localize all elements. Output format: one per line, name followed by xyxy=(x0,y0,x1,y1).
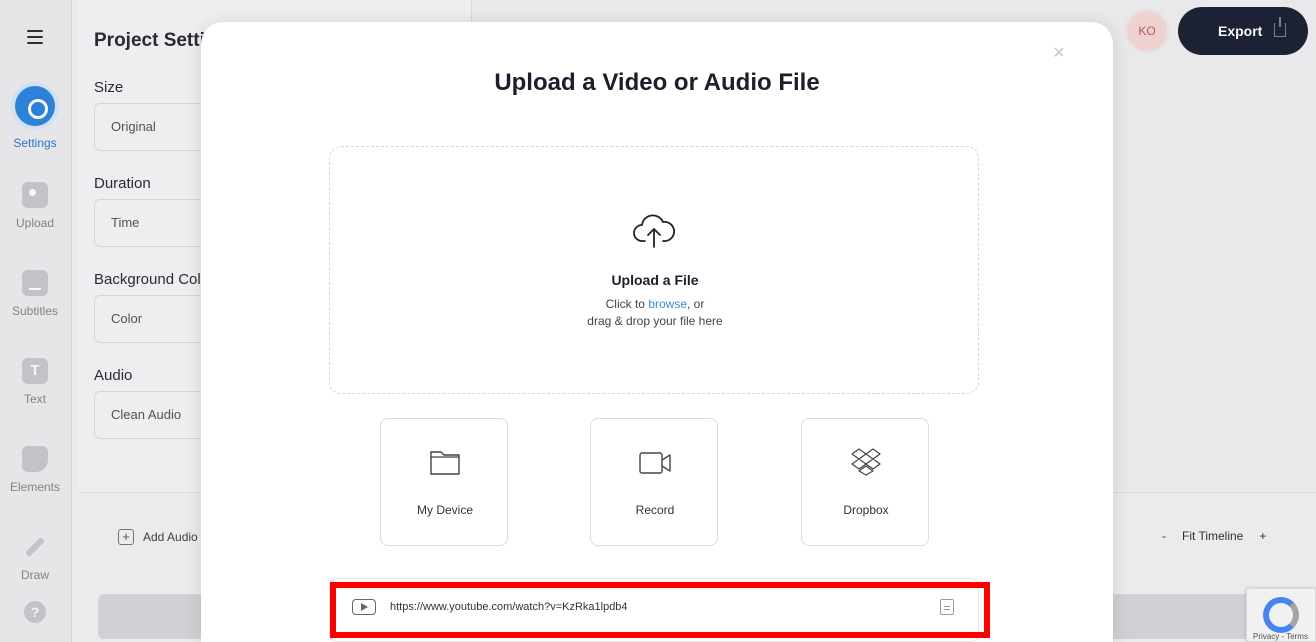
video-camera-icon xyxy=(639,452,671,474)
youtube-icon xyxy=(352,599,376,615)
url-input-row xyxy=(329,578,979,642)
cloud-upload-icon xyxy=(633,214,675,248)
dropzone-instructions: Click to browse, or xyxy=(330,297,980,311)
file-dropzone[interactable]: Upload a File Click to browse, or drag &… xyxy=(329,146,979,394)
dropzone-title: Upload a File xyxy=(611,272,699,288)
folder-icon xyxy=(430,451,460,475)
browse-link[interactable]: browse xyxy=(648,297,687,311)
source-label: Dropbox xyxy=(843,503,889,517)
modal-title: Upload a Video or Audio File xyxy=(494,69,820,96)
my-device-button[interactable]: My Device xyxy=(380,418,508,546)
record-button[interactable]: Record xyxy=(590,418,718,546)
source-label: Record xyxy=(635,503,675,517)
paste-icon[interactable] xyxy=(940,599,954,615)
close-icon[interactable]: × xyxy=(1053,42,1069,64)
dropbox-icon xyxy=(851,448,881,476)
upload-modal: × Upload a Video or Audio File Upload a … xyxy=(201,22,1113,642)
dropzone-drag-text: drag & drop your file here xyxy=(587,314,723,328)
dropzone-text: Click to xyxy=(605,297,649,311)
dropbox-button[interactable]: Dropbox xyxy=(801,418,929,546)
dropzone-text: , or xyxy=(687,297,705,311)
source-label: My Device xyxy=(416,503,473,517)
url-input[interactable] xyxy=(390,595,910,619)
